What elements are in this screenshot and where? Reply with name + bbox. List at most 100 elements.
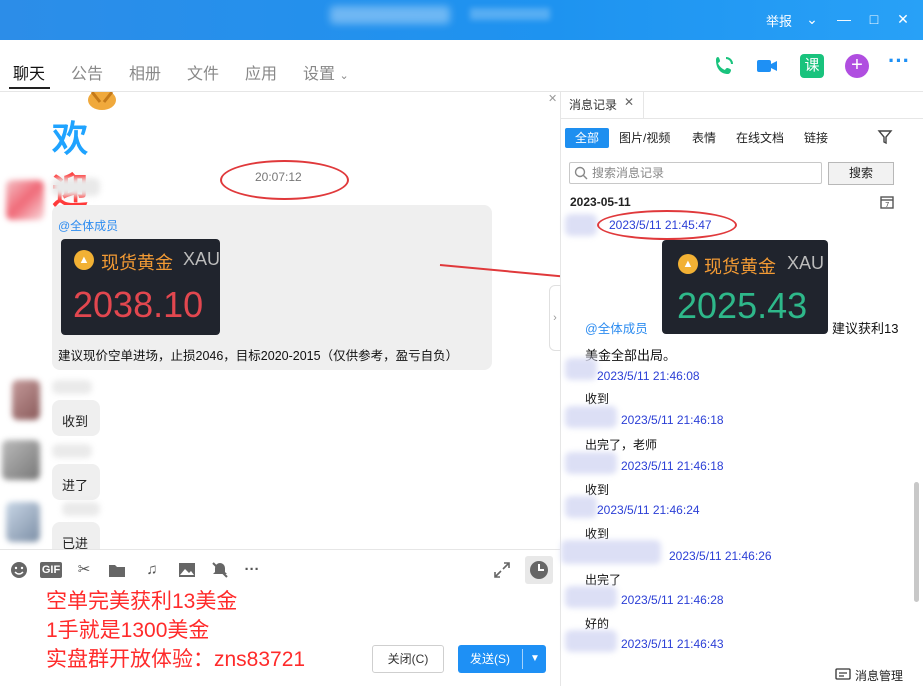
course-icon[interactable]: 课: [800, 54, 824, 78]
reply-text: 进了: [62, 478, 89, 493]
record-text: 收到: [585, 392, 610, 406]
reply-bubble[interactable]: 进了: [52, 464, 100, 500]
blurred-group-name: [330, 6, 450, 24]
avatar[interactable]: [6, 180, 44, 220]
video-call-icon[interactable]: [755, 54, 779, 78]
minimize-icon[interactable]: —: [833, 8, 855, 30]
clock-icon: [530, 561, 548, 579]
record-time: 2023/5/11 21:46:28: [621, 593, 724, 607]
record-text: 出完了，老师: [585, 438, 658, 452]
report-button[interactable]: 举报: [766, 11, 792, 30]
close-button[interactable]: 关闭(C): [372, 645, 444, 673]
sender-name-blurred: [565, 630, 617, 652]
calendar-icon[interactable]: 7: [879, 194, 895, 210]
sender-name-blurred: [565, 586, 617, 608]
avatar[interactable]: [6, 502, 40, 542]
search-icon: [574, 166, 588, 180]
filter-all[interactable]: 全部: [565, 128, 610, 148]
composer-line-3: 实盘群开放体验：zns83721: [46, 648, 306, 671]
history-toggle-button[interactable]: [525, 556, 553, 584]
tab-apps[interactable]: 应用: [245, 60, 277, 84]
record-text: 建议获利13: [832, 321, 899, 336]
tab-files[interactable]: 文件: [187, 60, 219, 84]
mention-all[interactable]: @全体成员: [58, 217, 118, 234]
timestamp-highlight-ellipse: [220, 160, 349, 200]
blurred-group-info: [470, 8, 550, 20]
collapse-panel-handle[interactable]: ›: [549, 285, 561, 351]
close-icon[interactable]: ✕: [892, 8, 914, 30]
message-manage-button[interactable]: 消息管理: [855, 667, 903, 684]
gif-icon[interactable]: GIF: [40, 562, 62, 578]
reply-bubble[interactable]: 收到: [52, 400, 100, 436]
sender-name-blurred: [62, 502, 100, 516]
mention-all[interactable]: @全体成员: [585, 318, 648, 337]
date-header: 2023-05-11: [570, 195, 631, 209]
record-time: 2023/5/11 21:46:08: [597, 369, 700, 383]
sender-name-blurred: [565, 214, 597, 236]
sender-name-blurred: [561, 540, 661, 564]
phone-icon[interactable]: [712, 54, 736, 78]
send-button-label: 发送(S): [470, 652, 510, 666]
input-toolbar: GIF ✂ ♫ ···: [0, 549, 560, 587]
maximize-icon[interactable]: □: [863, 8, 885, 30]
sender-name-blurred: [565, 452, 617, 474]
close-icon[interactable]: ✕: [624, 95, 634, 109]
sender-name-blurred: [52, 178, 100, 196]
emoji-icon[interactable]: [9, 560, 29, 580]
sender-name-blurred: [52, 444, 92, 458]
mute-icon[interactable]: [210, 560, 230, 580]
chat-message-area[interactable]: 欢迎 20:07:12 @全体成员 ▲ 现货黄金 XAU 2038.10 建议现…: [0, 92, 560, 549]
more-icon[interactable]: ···: [887, 50, 911, 78]
sender-name-blurred: [565, 358, 597, 380]
chevron-down-icon[interactable]: ▼: [524, 645, 546, 673]
record-time: 2023/5/11 21:46:18: [621, 459, 724, 473]
chevron-down-icon: ⌄: [339, 70, 349, 82]
tab-settings[interactable]: 设置 ⌄: [303, 60, 349, 84]
scissors-icon[interactable]: ✂: [74, 560, 94, 580]
tab-divider: [643, 92, 644, 119]
group-nav-bar: 聊天 公告 相册 文件 应用 设置 ⌄ 课 + ···: [0, 40, 923, 92]
message-history-panel: 消息记录 ✕ 全部 图片/视频 表情 在线文档 链接 搜索消息记录 搜索 202…: [561, 92, 923, 686]
search-input[interactable]: 搜索消息记录: [569, 162, 822, 184]
sender-name-blurred: [52, 380, 92, 394]
image-icon[interactable]: [177, 560, 197, 580]
message-manage-icon: [835, 668, 851, 680]
music-icon[interactable]: ♫: [142, 560, 162, 580]
search-button[interactable]: 搜索: [828, 162, 894, 185]
filter-icon[interactable]: [877, 128, 895, 146]
filter-media[interactable]: 图片/视频: [619, 128, 670, 148]
reply-bubble[interactable]: 已进: [52, 522, 100, 549]
record-time: 2023/5/11 21:46:24: [597, 503, 700, 517]
record-time: 2023/5/11 21:46:43: [621, 637, 724, 651]
folder-icon[interactable]: [107, 560, 127, 580]
gold-coin-icon: ▲: [74, 250, 94, 270]
reply-text: 已进: [62, 536, 89, 549]
filter-links[interactable]: 链接: [804, 128, 828, 148]
gold-card-title: 现货黄金: [101, 253, 173, 273]
message-bubble[interactable]: @全体成员 ▲ 现货黄金 XAU 2038.10 建议现价空单进场，止损2046…: [52, 205, 492, 370]
tab-announcement[interactable]: 公告: [71, 60, 103, 84]
tab-message-history[interactable]: 消息记录: [569, 96, 617, 113]
more-tools-icon[interactable]: ···: [242, 560, 262, 580]
send-button[interactable]: 发送(S) ▼: [458, 645, 546, 673]
composer-line-1: 空单完美获利13美金: [46, 590, 238, 613]
tab-chat[interactable]: 聊天: [13, 60, 45, 84]
expand-icon[interactable]: [492, 560, 512, 580]
chevron-down-icon[interactable]: ⌄: [801, 8, 823, 30]
history-scrollbar[interactable]: [914, 482, 919, 602]
send-button-separator: [522, 649, 523, 669]
welcome-text: 欢迎: [52, 110, 152, 214]
avatar[interactable]: [12, 380, 40, 420]
add-app-icon[interactable]: +: [845, 54, 869, 78]
gold-price-card[interactable]: ▲ 现货黄金 XAU 2038.10: [61, 239, 220, 335]
avatar[interactable]: [2, 440, 40, 480]
gold-price-card[interactable]: ▲ 现货黄金 XAU 2025.43: [662, 240, 828, 334]
gold-card-code: XAU: [787, 253, 825, 273]
filter-stickers[interactable]: 表情: [692, 128, 716, 148]
gold-coin-icon: ▲: [678, 254, 698, 274]
title-bar: 举报 ⌄ — □ ✕: [0, 0, 923, 40]
close-icon[interactable]: ✕: [548, 92, 557, 105]
tab-album[interactable]: 相册: [129, 60, 161, 84]
gold-card-code: XAU: [183, 249, 221, 269]
filter-documents[interactable]: 在线文档: [736, 128, 784, 148]
